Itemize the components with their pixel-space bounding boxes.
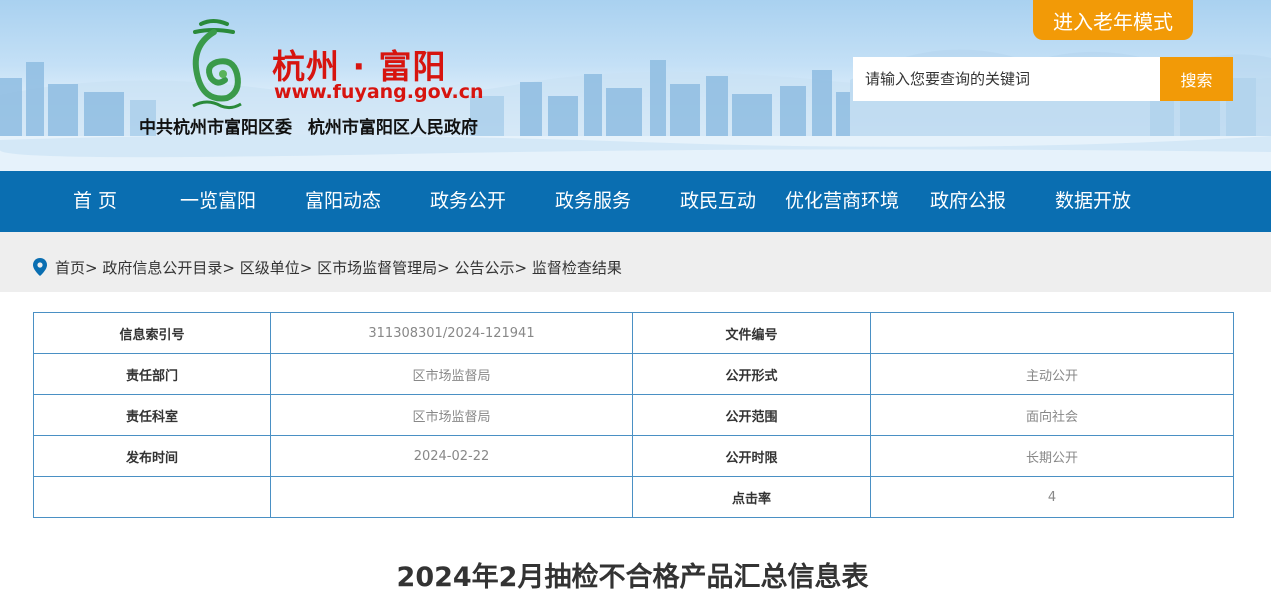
breadcrumb-separator: >	[85, 259, 98, 277]
info-value-disclosure-scope: 面向社会	[870, 394, 1234, 436]
info-value-index: 311308301/2024-121941	[270, 312, 633, 354]
breadcrumb-separator: >	[514, 259, 528, 277]
breadcrumb-separator: >	[222, 259, 235, 277]
breadcrumb-item-announcements[interactable]: 公告公示	[455, 259, 515, 277]
nav-item-interaction[interactable]: 政民互动	[680, 171, 756, 232]
table-row: 信息索引号 311308301/2024-121941 文件编号	[33, 312, 1234, 354]
breadcrumb-item-catalog[interactable]: 政府信息公开目录	[102, 259, 222, 277]
fuyang-logo-icon	[192, 19, 242, 110]
location-pin-icon	[33, 258, 47, 276]
breadcrumb-item-market-bureau[interactable]: 区市场监督管理局	[317, 259, 437, 277]
search-button[interactable]: 搜索	[1160, 57, 1233, 101]
info-value-empty	[270, 476, 633, 518]
info-label-disclosure-period: 公开时限	[632, 435, 871, 477]
document-info-table: 信息索引号 311308301/2024-121941 文件编号 责任部门 区市…	[33, 312, 1234, 518]
nav-item-overview[interactable]: 一览富阳	[180, 171, 256, 232]
header-banner: 杭州 · 富阳 www.fuyang.gov.cn 中共杭州市富阳区委 杭州市富…	[0, 0, 1271, 171]
table-row: 发布时间 2024-02-22 公开时限 长期公开	[33, 435, 1234, 477]
elder-mode-button[interactable]: 进入老年模式	[1033, 0, 1193, 40]
info-label-section: 责任科室	[33, 394, 271, 436]
info-value-click-rate: 4	[870, 476, 1234, 518]
search-input[interactable]	[853, 57, 1160, 101]
info-label-index: 信息索引号	[33, 312, 271, 354]
nav-item-gazette[interactable]: 政府公报	[930, 171, 1006, 232]
table-row: 责任科室 区市场监督局 公开范围 面向社会	[33, 394, 1234, 436]
nav-item-news[interactable]: 富阳动态	[305, 171, 381, 232]
nav-item-gov-services[interactable]: 政务服务	[555, 171, 631, 232]
info-label-publish-date: 发布时间	[33, 435, 271, 477]
breadcrumb-item-home[interactable]: 首页	[55, 259, 85, 277]
breadcrumb: 首页> 政府信息公开目录> 区级单位> 区市场监督管理局> 公告公示> 监督检查…	[55, 257, 622, 278]
table-row: 点击率 4	[33, 476, 1234, 518]
nav-item-open-data[interactable]: 数据开放	[1055, 171, 1131, 232]
info-value-department: 区市场监督局	[270, 353, 633, 395]
info-label-doc-number: 文件编号	[632, 312, 871, 354]
article-title: 2024年2月抽检不合格产品汇总信息表	[396, 562, 869, 593]
info-label-disclosure-form: 公开形式	[632, 353, 871, 395]
nav-item-business-environment[interactable]: 优化营商环境	[785, 171, 899, 232]
breadcrumb-item-inspection-results[interactable]: 监督检查结果	[532, 259, 622, 277]
site-url[interactable]: www.fuyang.gov.cn	[274, 81, 484, 103]
nav-item-gov-affairs-open[interactable]: 政务公开	[430, 171, 506, 232]
info-label-disclosure-scope: 公开范围	[632, 394, 871, 436]
info-label-click-rate: 点击率	[632, 476, 871, 518]
info-value-section: 区市场监督局	[270, 394, 633, 436]
info-value-disclosure-period: 长期公开	[870, 435, 1234, 477]
breadcrumb-item-district-units[interactable]: 区级单位	[240, 259, 300, 277]
breadcrumb-separator: >	[299, 259, 313, 277]
info-value-publish-date: 2024-02-22	[270, 435, 633, 477]
main-nav: 首 页 一览富阳 富阳动态 政务公开 政务服务 政民互动 优化营商环境 政府公报…	[0, 171, 1271, 232]
nav-item-home[interactable]: 首 页	[73, 171, 117, 232]
site-organization: 中共杭州市富阳区委 杭州市富阳区人民政府	[139, 118, 478, 138]
info-value-doc-number	[870, 312, 1234, 354]
info-label-empty	[33, 476, 271, 518]
info-value-disclosure-form: 主动公开	[870, 353, 1234, 395]
info-label-department: 责任部门	[33, 353, 271, 395]
breadcrumb-separator: >	[437, 259, 450, 277]
table-row: 责任部门 区市场监督局 公开形式 主动公开	[33, 353, 1234, 395]
